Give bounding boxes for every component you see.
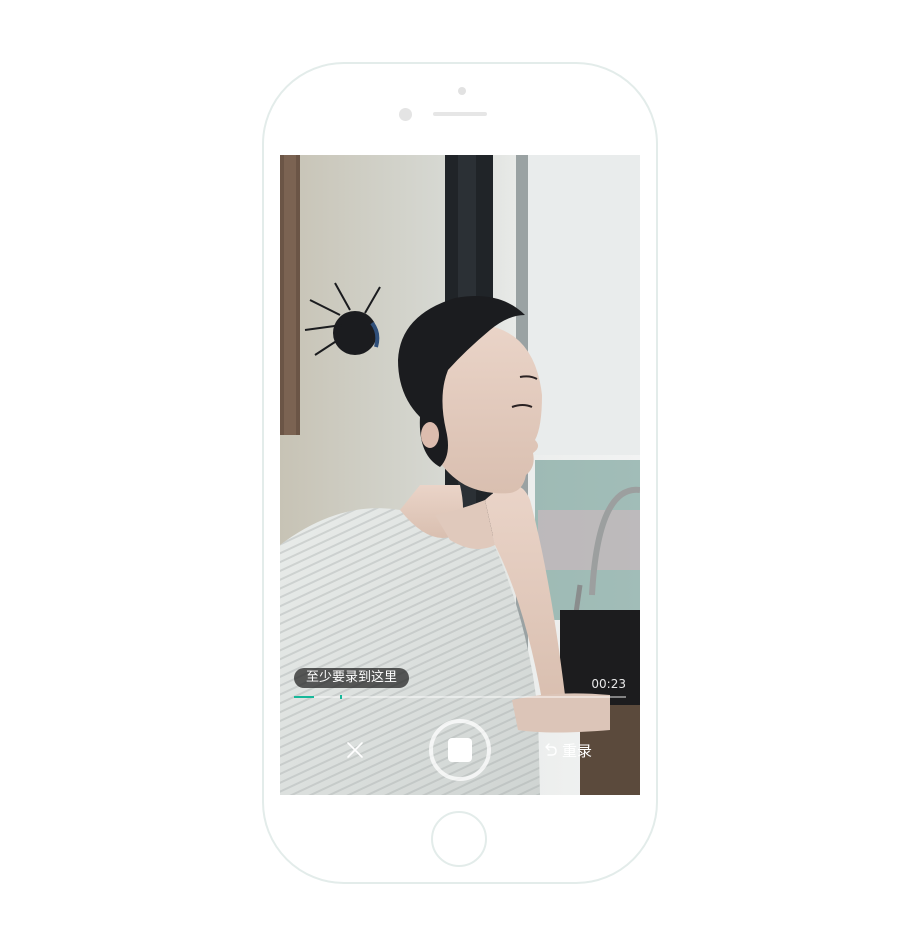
record-stop-button[interactable] [429,719,491,781]
retake-button[interactable]: 重录 [542,739,592,761]
min-duration-tip: 至少要录到这里 [294,668,410,688]
camera-viewfinder: 至少要录到这里 00:23 重录 [280,155,640,795]
home-button[interactable] [431,811,487,867]
elapsed-time: 00:23 [591,677,626,691]
recording-progress-fill [294,696,314,698]
recording-progress-bar [294,696,626,698]
sensor-dot [458,87,466,95]
camera-preview-image [280,155,640,795]
cancel-button[interactable] [342,737,368,763]
earpiece-speaker [433,112,487,116]
stop-record-icon [448,738,472,762]
front-camera [399,108,412,121]
undo-arrow-icon [545,743,557,756]
close-icon [347,742,363,758]
min-duration-marker [340,695,343,699]
retake-label: 重录 [562,741,593,760]
